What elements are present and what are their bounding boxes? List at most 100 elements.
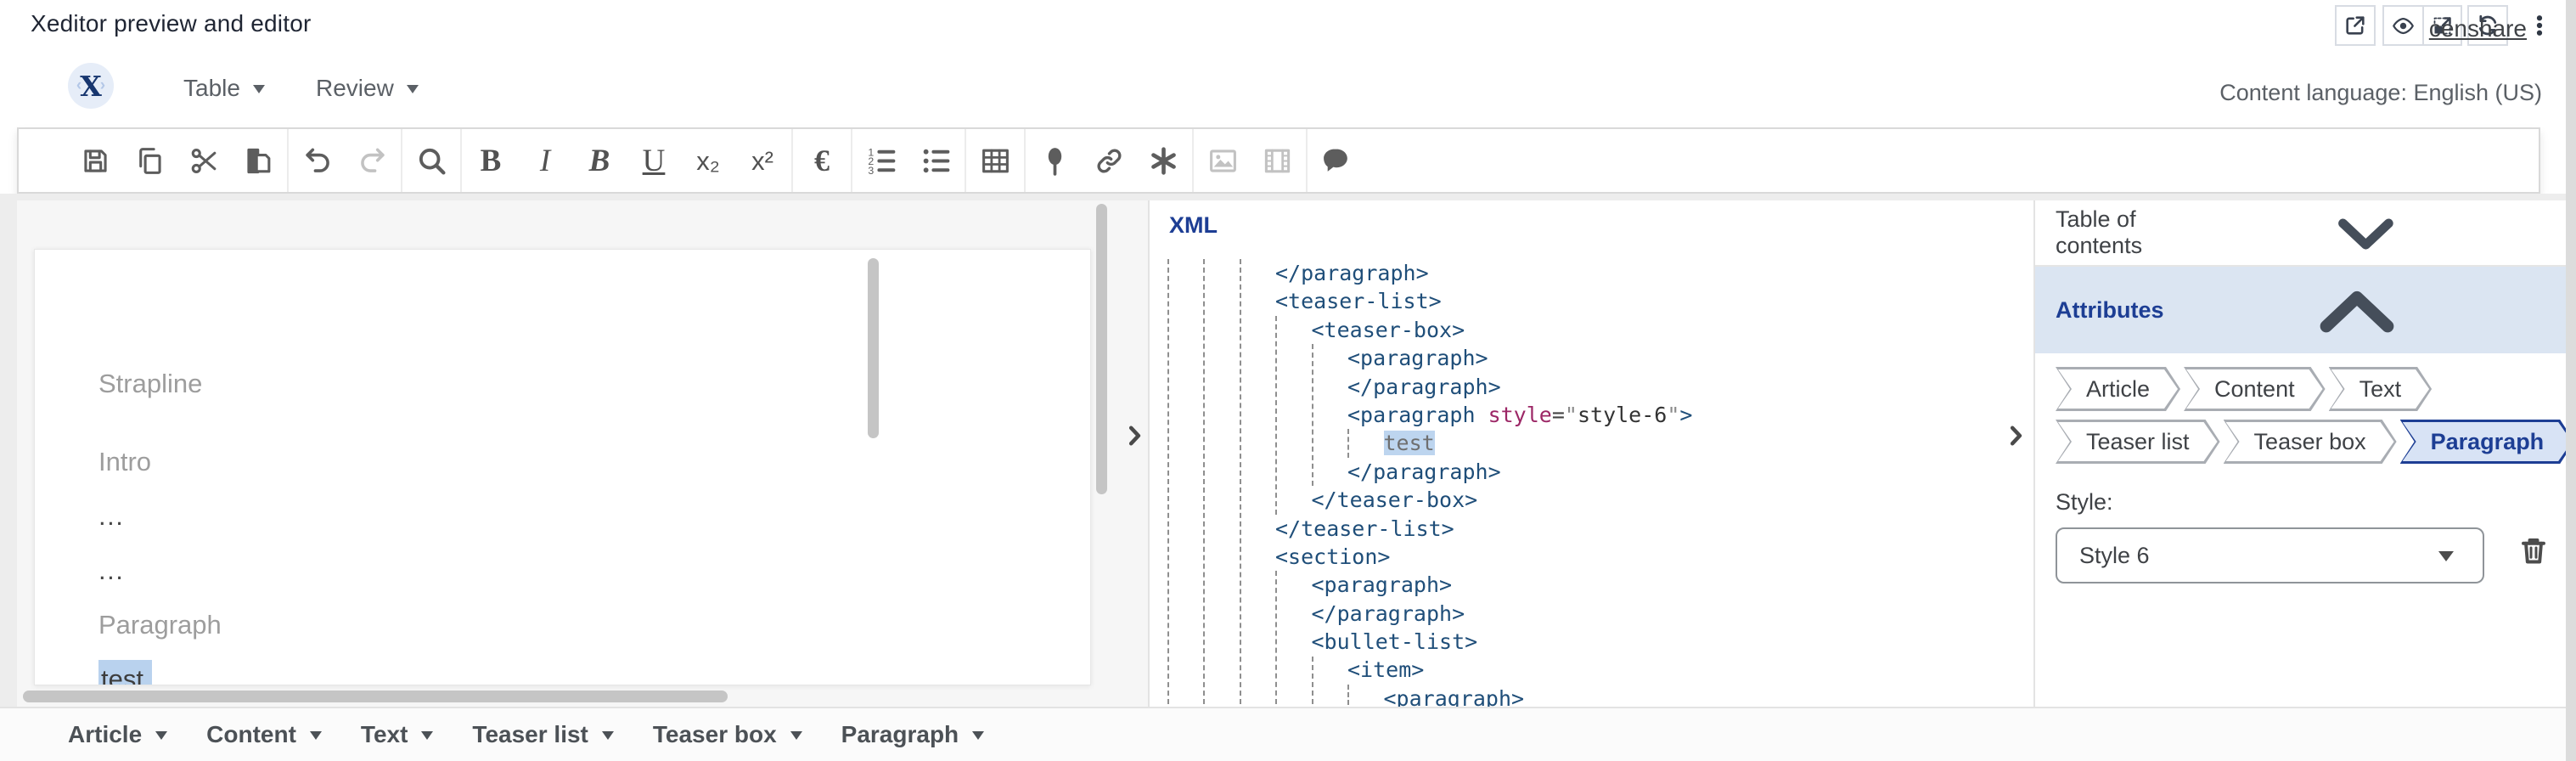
open-external-button[interactable] <box>2335 5 2376 46</box>
preview-eye-button[interactable] <box>2384 7 2422 44</box>
table-of-contents-header[interactable]: Table of contents <box>2035 200 2566 267</box>
paste-button[interactable] <box>231 130 285 191</box>
asterisk-icon <box>1148 145 1179 177</box>
italic-button[interactable]: I <box>518 130 572 191</box>
path-item-label: Paragraph <box>841 721 959 748</box>
editor-vertical-scrollbar[interactable] <box>1096 204 1107 494</box>
logo-x: X <box>80 70 102 103</box>
path-item-text[interactable]: Text <box>361 721 434 748</box>
paste-icon <box>243 145 274 177</box>
link-icon <box>1094 145 1125 177</box>
chip-label: Content <box>2214 376 2295 403</box>
superscript-button[interactable]: x² <box>735 130 790 191</box>
toolbar-group <box>401 129 460 192</box>
italic-icon: I <box>540 145 550 177</box>
xml-line: <section> <box>1150 543 2016 571</box>
style-select-value: Style 6 <box>2079 543 2150 569</box>
page-scrollbar[interactable] <box>2566 0 2576 761</box>
chevron-right-icon <box>2002 416 2029 455</box>
path-item-label: Teaser list <box>472 721 588 748</box>
xml-source-panel: XML </paragraph><teaser-list><teaser-box… <box>1148 200 2033 707</box>
path-item-paragraph[interactable]: Paragraph <box>841 721 985 748</box>
paragraph-text: test <box>98 660 152 685</box>
save-button[interactable] <box>68 130 122 191</box>
chevron-down-icon <box>421 731 433 746</box>
xml-line: <paragraph> <box>1150 685 2016 707</box>
paragraph-text: ... <box>98 501 124 531</box>
editor-horizontal-scrollbar[interactable] <box>23 691 728 702</box>
xml-line: <teaser-box> <box>1150 316 2016 344</box>
indent-guide <box>1203 259 1205 707</box>
xml-line: test <box>1150 429 2016 457</box>
undo-button[interactable] <box>290 130 345 191</box>
document-page[interactable]: Strapline Intro...... Paragraph test <box>34 249 1091 685</box>
censhare-link[interactable]: censhare <box>2429 15 2527 42</box>
ordered-list-button[interactable]: 123 <box>854 130 908 191</box>
bold-italic-button[interactable]: B <box>572 130 627 191</box>
xml-code-view[interactable]: </paragraph><teaser-list><teaser-box><pa… <box>1150 259 2016 707</box>
superscript-icon: x² <box>751 148 773 174</box>
xml-line: </paragraph> <box>1150 600 2016 628</box>
editor-paragraph[interactable]: Intro <box>98 447 1090 477</box>
path-item-label: Teaser box <box>653 721 777 748</box>
attributes-header[interactable]: Attributes <box>2035 267 2566 353</box>
breadcrumb-chip-teaser-box[interactable]: Teaser box <box>2224 420 2397 464</box>
search-button[interactable] <box>404 130 458 191</box>
external-link-icon <box>2337 7 2374 44</box>
breadcrumb-chip-content[interactable]: Content <box>2184 367 2326 411</box>
breadcrumb-chip-paragraph[interactable]: Paragraph <box>2400 420 2575 464</box>
menu-review[interactable]: Review <box>316 73 419 104</box>
breadcrumb-chip-article[interactable]: Article <box>2056 367 2180 411</box>
pin-button[interactable] <box>1027 130 1082 191</box>
editor-paragraph[interactable]: Strapline <box>98 369 1090 399</box>
editor-paragraph[interactable]: Paragraph <box>98 610 1090 640</box>
breadcrumb-chip-teaser-list[interactable]: Teaser list <box>2056 420 2220 464</box>
image-icon <box>1207 145 1239 177</box>
image-button[interactable] <box>1195 130 1250 191</box>
underline-button[interactable]: U <box>627 130 681 191</box>
table-button[interactable] <box>968 130 1022 191</box>
expand-editor-button[interactable] <box>1121 416 1148 455</box>
chevron-down-icon <box>155 731 167 746</box>
subscript-button[interactable]: x₂ <box>681 130 735 191</box>
indent-guide <box>1240 259 1241 707</box>
save-icon <box>80 145 111 177</box>
chip-label: Teaser box <box>2254 429 2366 455</box>
path-item-article[interactable]: Article <box>68 721 167 748</box>
path-item-label: Content <box>206 721 296 748</box>
breadcrumb-chip-text[interactable]: Text <box>2329 367 2433 411</box>
delete-attribute-button[interactable] <box>2515 530 2552 571</box>
table-of-contents-label: Table of contents <box>2056 206 2184 259</box>
style-select[interactable]: Style 6 <box>2056 527 2484 583</box>
special-character-button[interactable]: € <box>795 130 849 191</box>
editor-paragraph[interactable]: ... <box>98 501 1090 532</box>
unordered-list-button[interactable] <box>908 130 963 191</box>
menu-table[interactable]: Table <box>183 73 265 104</box>
copy-button[interactable] <box>122 130 177 191</box>
cut-icon <box>188 145 220 177</box>
xml-line: <item> <box>1150 656 2016 684</box>
path-item-content[interactable]: Content <box>206 721 322 748</box>
special-character-icon: € <box>814 145 830 176</box>
expand-xml-button[interactable] <box>2002 416 2029 455</box>
path-item-teaser-box[interactable]: Teaser box <box>653 721 802 748</box>
xml-line: </teaser-box> <box>1150 486 2016 514</box>
chevron-down-icon <box>253 85 265 99</box>
editor-paragraph[interactable]: ... <box>98 555 1090 586</box>
eye-icon <box>2384 7 2422 44</box>
menu-table-label: Table <box>183 75 240 102</box>
link-button[interactable] <box>1082 130 1136 191</box>
xml-line: </paragraph> <box>1150 259 2016 287</box>
cut-button[interactable] <box>177 130 231 191</box>
path-item-teaser-list[interactable]: Teaser list <box>472 721 613 748</box>
redo-button[interactable] <box>345 130 399 191</box>
media-button[interactable] <box>1250 130 1304 191</box>
editor-paragraph[interactable]: test <box>98 664 1090 685</box>
indent-guide <box>1275 571 1277 707</box>
xml-vertical-scrollbar[interactable] <box>868 258 879 438</box>
comment-button[interactable] <box>1309 130 1364 191</box>
bold-button[interactable]: B <box>464 130 518 191</box>
asterisk-button[interactable] <box>1136 130 1190 191</box>
indent-guide <box>1312 344 1313 486</box>
toolbar-group <box>66 129 287 192</box>
